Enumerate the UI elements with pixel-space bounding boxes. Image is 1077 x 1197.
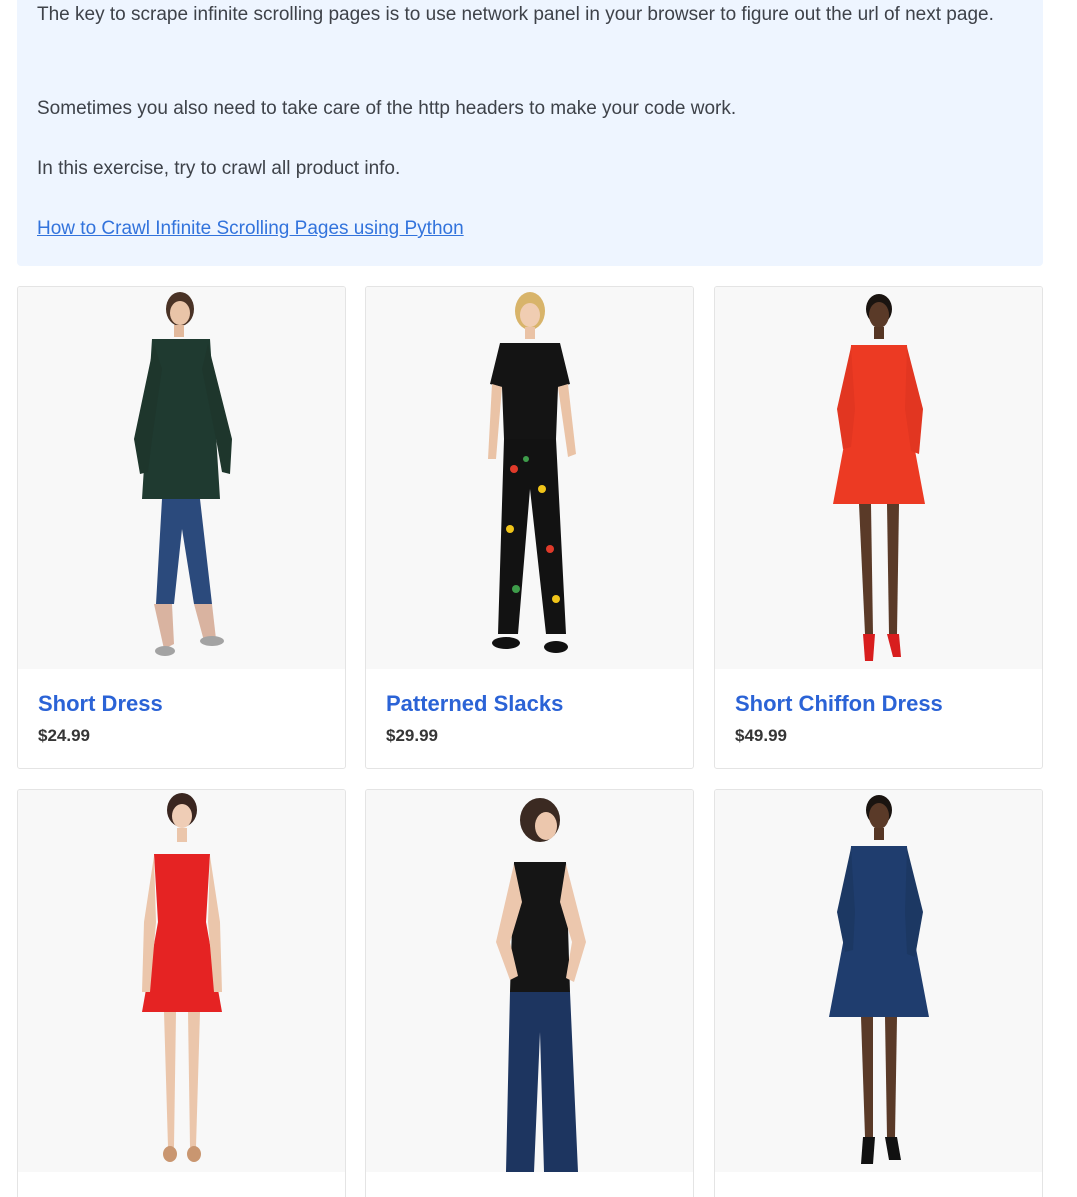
product-image[interactable]	[366, 790, 693, 1172]
product-price: $24.99	[38, 726, 90, 745]
product-image[interactable]	[366, 287, 693, 669]
product-title[interactable]: Short Chiffon Dress	[735, 691, 943, 717]
intro-paragraph: Sometimes you also need to take care of …	[37, 98, 737, 119]
product-card: Short Dress $24.99	[17, 286, 346, 769]
product-card: Patterned Slacks $29.99	[365, 286, 694, 769]
model-black-top-floral-pants-image	[487, 292, 576, 653]
intro-paragraph: In this exercise, try to crawl all produ…	[37, 158, 401, 179]
product-card: Short Chiffon Dress $49.99	[714, 286, 1043, 769]
tutorial-link[interactable]: How to Crawl Infinite Scrolling Pages us…	[37, 218, 464, 239]
model-red-chiffon-dress-image	[832, 294, 925, 661]
model-red-short-dress-image	[141, 793, 222, 1162]
product-title[interactable]: Patterned Slacks	[386, 691, 563, 717]
product-image[interactable]	[715, 287, 1042, 669]
product-image[interactable]	[18, 790, 345, 1172]
product-image[interactable]	[715, 790, 1042, 1172]
product-image[interactable]	[18, 287, 345, 669]
product-card	[17, 789, 346, 1197]
product-price: $49.99	[735, 726, 787, 745]
product-title[interactable]: Short Dress	[38, 691, 163, 717]
intro-paragraph: The key to scrape infinite scrolling pag…	[37, 4, 994, 25]
product-price: $29.99	[386, 726, 438, 745]
model-black-top-jeans-image	[495, 798, 586, 1172]
intro-notification: The key to scrape infinite scrolling pag…	[17, 0, 1043, 266]
product-card	[365, 789, 694, 1197]
model-dark-green-dress-jeans-image	[133, 292, 232, 656]
model-navy-dress-image	[828, 795, 929, 1164]
product-card	[714, 789, 1043, 1197]
